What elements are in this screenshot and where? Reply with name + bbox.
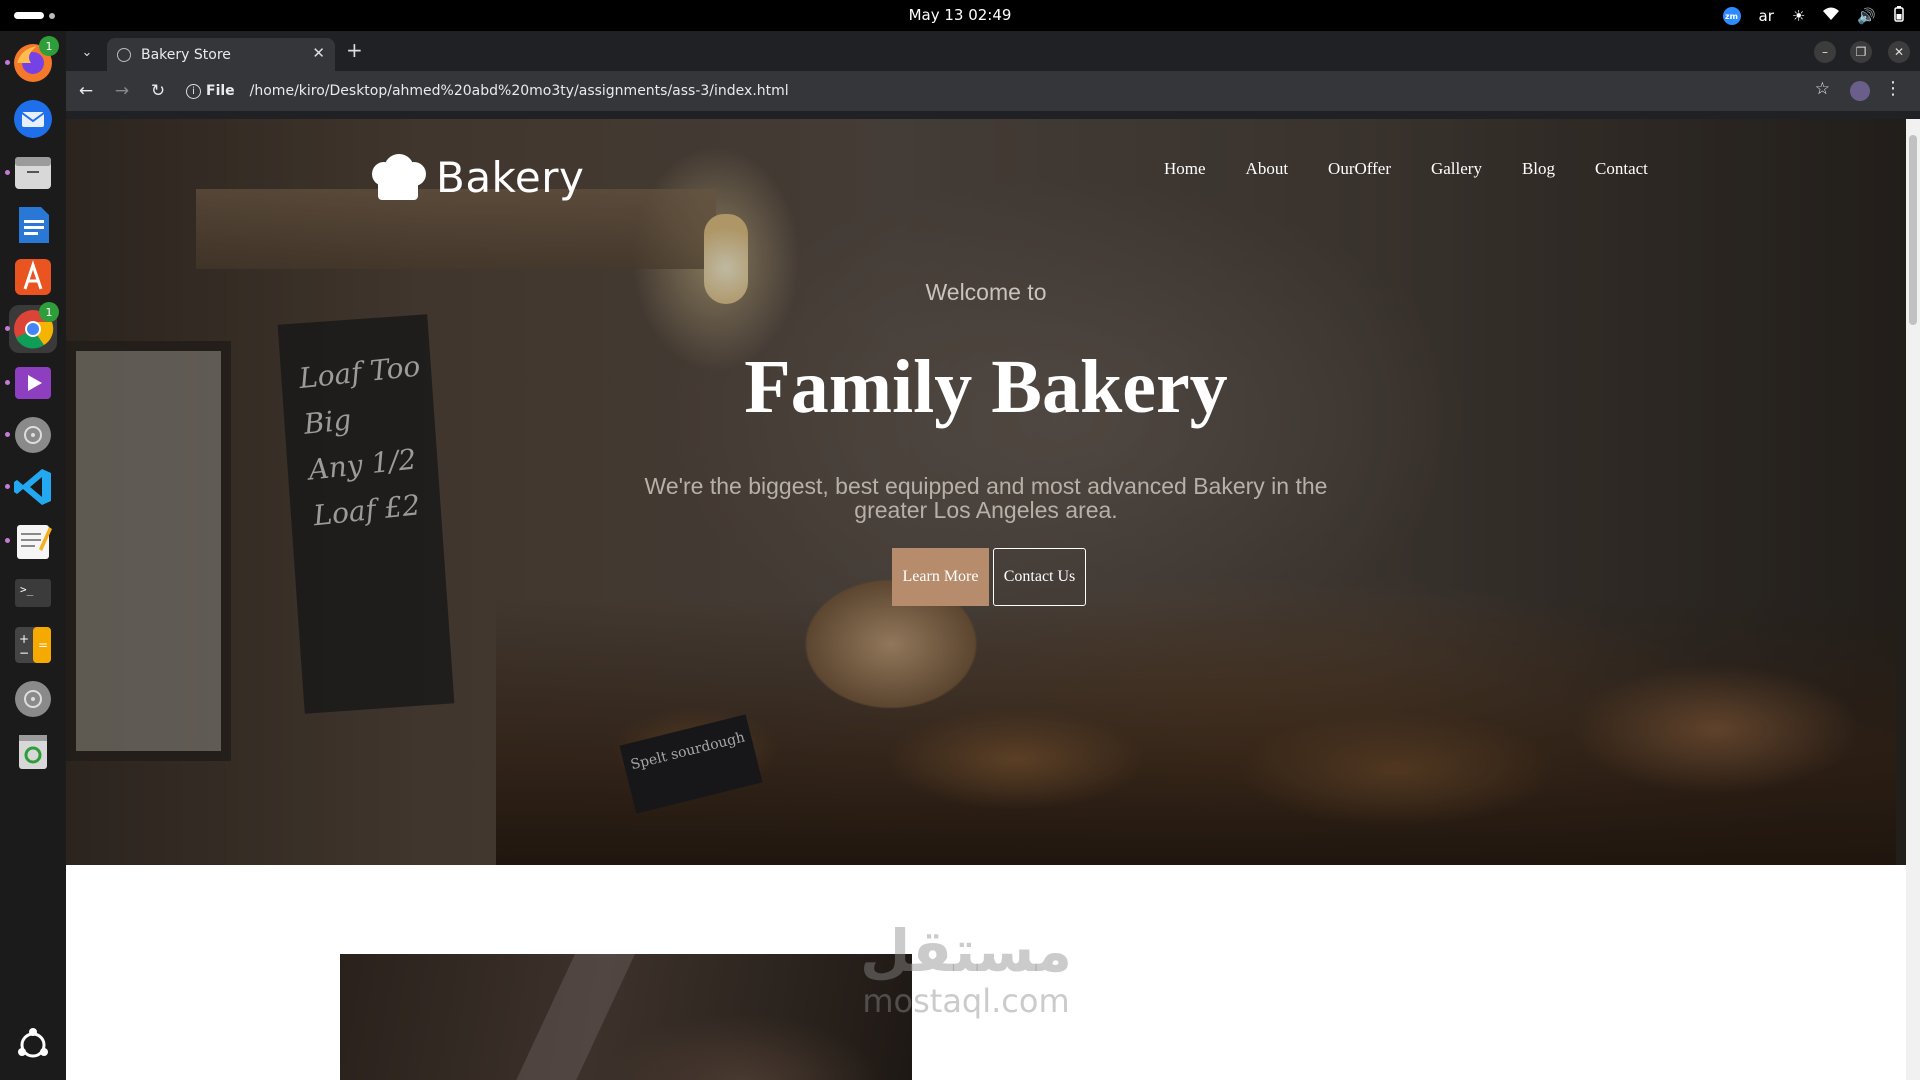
- tab-bakery-store[interactable]: Bakery Store ✕: [107, 38, 335, 71]
- back-button[interactable]: ←: [74, 79, 98, 103]
- wifi-icon: [1823, 7, 1840, 25]
- hero-section: Loaf Too Big Any 1/2 Loaf £2 Spelt sourd…: [66, 119, 1906, 865]
- url-scheme: File: [206, 83, 235, 99]
- tab-search-button[interactable]: ⌄: [75, 40, 99, 64]
- system-top-bar: May 13 02:49 zm ar ☀ 🔊: [0, 0, 1920, 31]
- battery-icon: [1894, 6, 1904, 26]
- hero-headline: Family Bakery: [744, 345, 1228, 429]
- tab-strip: ⌄ Bakery Store ✕ + – ❐ ✕: [66, 31, 1920, 71]
- chef-hat-icon: [368, 153, 428, 202]
- learn-more-button[interactable]: Learn More: [892, 548, 989, 606]
- calculator-icon[interactable]: + − =: [9, 621, 57, 669]
- watermark-latin: mostaql.com: [862, 982, 1070, 1020]
- browser-toolbar: ← → ↻ i File /home/kiro/Desktop/ahmed%20…: [66, 71, 1920, 111]
- globe-icon: [117, 47, 131, 62]
- reload-button[interactable]: ↻: [146, 79, 170, 103]
- svg-text:+: +: [19, 632, 29, 646]
- logo-text: Bakery: [436, 153, 585, 202]
- page-scrollbar[interactable]: [1906, 119, 1920, 1080]
- nav-blog[interactable]: Blog: [1522, 159, 1555, 179]
- writer-icon[interactable]: [9, 201, 57, 249]
- extension-icon[interactable]: [1850, 81, 1870, 101]
- app-center-icon[interactable]: [9, 253, 57, 301]
- nav-home[interactable]: Home: [1164, 159, 1206, 179]
- zoom-tray-icon[interactable]: zm: [1722, 7, 1741, 25]
- terminal-icon[interactable]: >_: [9, 569, 57, 617]
- address-bar[interactable]: i File /home/kiro/Desktop/ahmed%20abd%20…: [186, 75, 1886, 107]
- trash-icon[interactable]: [9, 727, 57, 775]
- restore-button[interactable]: ❐: [1850, 41, 1872, 63]
- watermark-arabic: مستقل: [859, 917, 1073, 985]
- svg-text:=: =: [38, 638, 48, 652]
- volume-icon: 🔊: [1857, 7, 1876, 25]
- url-text[interactable]: /home/kiro/Desktop/ahmed%20abd%20mo3ty/a…: [250, 83, 789, 99]
- close-icon[interactable]: ✕: [312, 44, 325, 62]
- browser-window: ⌄ Bakery Store ✕ + – ❐ ✕ ← → ↻ i File /h…: [66, 31, 1920, 1080]
- forward-button[interactable]: →: [110, 79, 134, 103]
- bookmark-star-icon[interactable]: ☆: [1815, 79, 1830, 99]
- main-nav: Home About OurOffer Gallery Blog Contact: [1164, 159, 1648, 179]
- chrome-icon[interactable]: 1: [5, 302, 59, 353]
- site-logo[interactable]: Bakery: [368, 153, 584, 202]
- system-tray[interactable]: zm ar ☀ 🔊: [1722, 6, 1905, 26]
- files-icon[interactable]: [5, 149, 57, 197]
- hero-welcome: Welcome to: [925, 279, 1047, 305]
- close-window-button[interactable]: ✕: [1888, 41, 1910, 63]
- hero-tagline: We're the biggest, best equipped and mos…: [644, 473, 1328, 523]
- contact-us-button[interactable]: Contact Us: [993, 548, 1086, 606]
- text-editor-icon[interactable]: [5, 517, 57, 565]
- tab-title: Bakery Store: [141, 46, 231, 63]
- new-tab-button[interactable]: +: [346, 38, 363, 62]
- page-viewport: Loaf Too Big Any 1/2 Loaf £2 Spelt sourd…: [66, 119, 1906, 1080]
- nav-our-offer[interactable]: OurOffer: [1328, 159, 1391, 179]
- svg-text:−: −: [19, 646, 29, 660]
- scrollbar-thumb[interactable]: [1909, 135, 1917, 325]
- info-icon[interactable]: i: [186, 83, 201, 99]
- nav-contact[interactable]: Contact: [1595, 159, 1648, 179]
- show-apps-icon[interactable]: [9, 1021, 57, 1069]
- watermark: مستقل mostaql.com: [846, 919, 1086, 1019]
- clock[interactable]: May 13 02:49: [0, 6, 1920, 24]
- minimize-button[interactable]: –: [1814, 41, 1836, 63]
- media-player-icon[interactable]: [5, 359, 57, 407]
- about-image: [340, 954, 912, 1080]
- keyboard-layout[interactable]: ar: [1759, 7, 1774, 25]
- nav-gallery[interactable]: Gallery: [1431, 159, 1482, 179]
- svg-text:>_: >_: [20, 583, 34, 596]
- menu-icon[interactable]: ⋮: [1884, 78, 1902, 99]
- disk-2-icon[interactable]: [9, 675, 57, 723]
- vscode-icon[interactable]: [5, 463, 57, 511]
- disk-icon[interactable]: [5, 411, 57, 459]
- firefox-icon[interactable]: 1: [5, 36, 59, 87]
- nav-about[interactable]: About: [1246, 159, 1289, 179]
- brightness-icon: ☀: [1791, 7, 1806, 25]
- thunderbird-icon[interactable]: [9, 95, 57, 143]
- dock: 1 1 >_ + − =: [0, 31, 66, 1080]
